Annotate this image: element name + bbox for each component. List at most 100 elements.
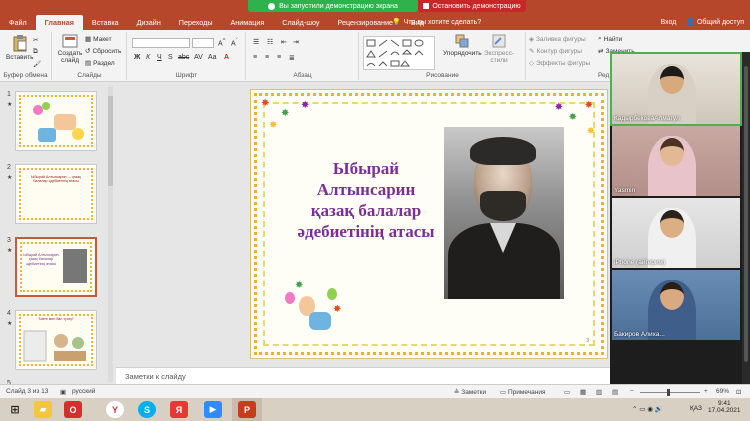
video-panel-scrollbar[interactable] <box>742 52 750 384</box>
notes-placeholder: Заметки к слайду <box>125 372 186 381</box>
grow-font-icon[interactable]: A^ <box>218 38 225 47</box>
strikethrough-icon[interactable]: abc <box>178 54 189 61</box>
new-slide-button[interactable]: Создать слайд <box>57 34 83 64</box>
shadow-icon[interactable]: S <box>168 54 173 61</box>
align-right-icon[interactable]: ≡ <box>277 54 281 61</box>
signin-link[interactable]: Вход <box>660 15 676 30</box>
slide-sorter-icon[interactable]: ▦ <box>580 388 586 396</box>
bullets-icon[interactable]: ☰ <box>253 38 259 46</box>
tab-insert[interactable]: Вставка <box>83 15 128 30</box>
outdent-icon[interactable]: ⇥ <box>293 38 299 46</box>
shapes-gallery[interactable] <box>363 36 435 70</box>
tab-home[interactable]: Главная <box>35 15 83 30</box>
notes-pane[interactable]: Заметки к слайду <box>116 367 610 384</box>
scrollbar-thumb[interactable] <box>108 96 113 186</box>
windows-taskbar: ⊞ ▰ O Y S Я ▶ P ⌃ ▭ ◉ 🔊 ҚАЗ 9:41 17.04.2… <box>0 398 750 421</box>
stop-share-button[interactable]: Остановить демонстрацию <box>418 0 526 12</box>
layout-button[interactable]: ▦ Макет <box>85 35 112 44</box>
tab-animations[interactable]: Анимация <box>222 15 274 30</box>
scrollbar-thumb[interactable] <box>744 66 748 362</box>
zoom-slider-handle[interactable] <box>667 389 670 396</box>
find-button[interactable]: ⌕ Найти <box>598 35 622 43</box>
slide-thumbnail-4[interactable]: "Шеге мен бал түсер" <box>15 310 97 370</box>
slideshow-view-icon[interactable]: ▤ <box>612 388 618 396</box>
change-case-icon[interactable]: Aa <box>208 54 217 61</box>
slide-thumbnail-1[interactable] <box>15 91 97 151</box>
share-indicator-icon <box>268 2 276 10</box>
participant-tile[interactable]: iPhone (айгерим) <box>612 198 740 268</box>
skype-icon[interactable]: S <box>138 401 156 418</box>
font-name-input[interactable] <box>132 38 190 48</box>
powerpoint-icon[interactable]: P <box>238 401 256 418</box>
paste-label: Вставить <box>6 54 34 61</box>
format-painter-icon[interactable]: 🖌 <box>33 60 41 68</box>
underline-icon[interactable]: Ч <box>157 54 162 61</box>
align-center-icon[interactable]: ≡ <box>265 54 269 61</box>
notes-toggle[interactable]: ≜ Заметки <box>454 388 486 396</box>
share-button[interactable]: 👤 Общий доступ <box>686 15 744 30</box>
tab-review[interactable]: Рецензирование <box>329 15 403 30</box>
tray-icons[interactable]: ⌃ ▭ ◉ 🔊 <box>632 405 663 413</box>
tell-me-search[interactable]: 💡 Что вы хотите сделать? <box>392 15 481 30</box>
arrange-button[interactable]: Упорядочить <box>443 34 482 57</box>
tab-file[interactable]: Файл <box>0 15 36 30</box>
thumbnail-scrollbar[interactable] <box>108 86 113 382</box>
zoom-level[interactable]: 69% <box>716 388 729 395</box>
paste-button[interactable]: Вставить <box>6 34 34 61</box>
drawing-group: Упорядочить Экспресс-стили Рисование <box>360 32 526 80</box>
quick-styles-button[interactable]: Экспресс-стили <box>478 34 520 64</box>
tab-design[interactable]: Дизайн <box>128 15 170 30</box>
bold-icon[interactable]: Ж <box>134 54 140 61</box>
slide-title[interactable]: Ыбырай Алтынсарин қазақ балалар әдебиеті… <box>291 158 441 242</box>
numbering-icon[interactable]: ☷ <box>267 38 273 46</box>
zoom-in-icon[interactable]: + <box>704 388 708 395</box>
layout-label: Макет <box>93 35 112 43</box>
reading-view-icon[interactable]: ▥ <box>596 388 602 396</box>
shape-fill-button[interactable]: ◈ Заливка фигуры <box>529 35 586 44</box>
slide-thumbnail-3[interactable]: Ыбырай Алтынсарин қазақ балалар әдебиеті… <box>15 237 97 297</box>
slide-thumbnail-2[interactable]: Ыбырай Алтынсарин — қазақ балалар әдебие… <box>15 164 97 224</box>
clock[interactable]: 9:41 17.04.2021 <box>708 400 741 414</box>
font-color-icon[interactable]: A <box>224 54 229 61</box>
clipboard-group: Вставить ✂ ⧉ 🖌 Буфер обмена <box>0 32 52 80</box>
copy-icon[interactable]: ⧉ <box>33 48 38 56</box>
italic-icon[interactable]: К <box>146 54 150 61</box>
ribbon-tab-bar: Вы запустили демонстрацию экрана Останов… <box>0 0 750 30</box>
shape-effects-button[interactable]: ◇ Эффекты фигуры <box>529 59 590 68</box>
cut-icon[interactable]: ✂ <box>33 36 38 44</box>
font-label: Шрифт <box>175 72 198 79</box>
slide-canvas[interactable]: ✸ ✸ ✸ ✸ ✸ ✸ ✸ ✸ ✸ ✸ Ыбырай Алтынсарин қа… <box>250 89 608 359</box>
spacing-icon[interactable]: AV <box>194 54 203 61</box>
tab-transitions[interactable]: Переходы <box>170 15 222 30</box>
paste-icon <box>13 35 27 52</box>
participant-tile[interactable]: Бакиров Алиха... <box>612 270 740 340</box>
keyboard-language[interactable]: ҚАЗ <box>690 405 702 412</box>
align-left-icon[interactable]: ≡ <box>253 54 257 61</box>
normal-view-icon[interactable]: ▭ <box>564 388 570 396</box>
shrink-font-icon[interactable]: Aˇ <box>231 38 238 47</box>
balloon-icon <box>285 292 295 304</box>
file-explorer-icon[interactable]: ▰ <box>34 401 52 418</box>
opera-browser-icon[interactable]: O <box>64 401 82 418</box>
thumb-number: 3 <box>7 237 11 244</box>
zoom-slider[interactable] <box>640 392 700 393</box>
spellcheck-icon[interactable]: ▣ <box>60 388 66 396</box>
windows-start-icon[interactable]: ⊞ <box>6 401 24 418</box>
zoom-out-icon[interactable]: − <box>630 388 634 395</box>
language-indicator[interactable]: русский <box>72 388 95 395</box>
font-size-input[interactable] <box>192 38 214 48</box>
justify-icon[interactable]: ≣ <box>289 54 295 62</box>
shape-outline-button[interactable]: ✎ Контур фигуры <box>529 47 582 56</box>
section-button[interactable]: ▤ Раздел <box>85 59 115 68</box>
yandex-browser-icon[interactable]: Y <box>106 401 124 418</box>
fit-slide-icon[interactable]: ⊡ <box>736 388 741 396</box>
participant-tile[interactable]: Yasmin <box>612 126 740 196</box>
portrait-photo[interactable] <box>444 127 564 299</box>
tab-slideshow[interactable]: Слайд-шоу <box>273 15 328 30</box>
comments-toggle[interactable]: ▭ Примечания <box>500 388 545 396</box>
participant-tile[interactable]: КадырбековаАлмагул <box>610 52 742 126</box>
yandex-icon[interactable]: Я <box>170 401 188 418</box>
reset-button[interactable]: ↺ Сбросить <box>85 47 121 56</box>
zoom-app-icon[interactable]: ▶ <box>204 401 222 418</box>
indent-icon[interactable]: ⇤ <box>281 38 287 46</box>
